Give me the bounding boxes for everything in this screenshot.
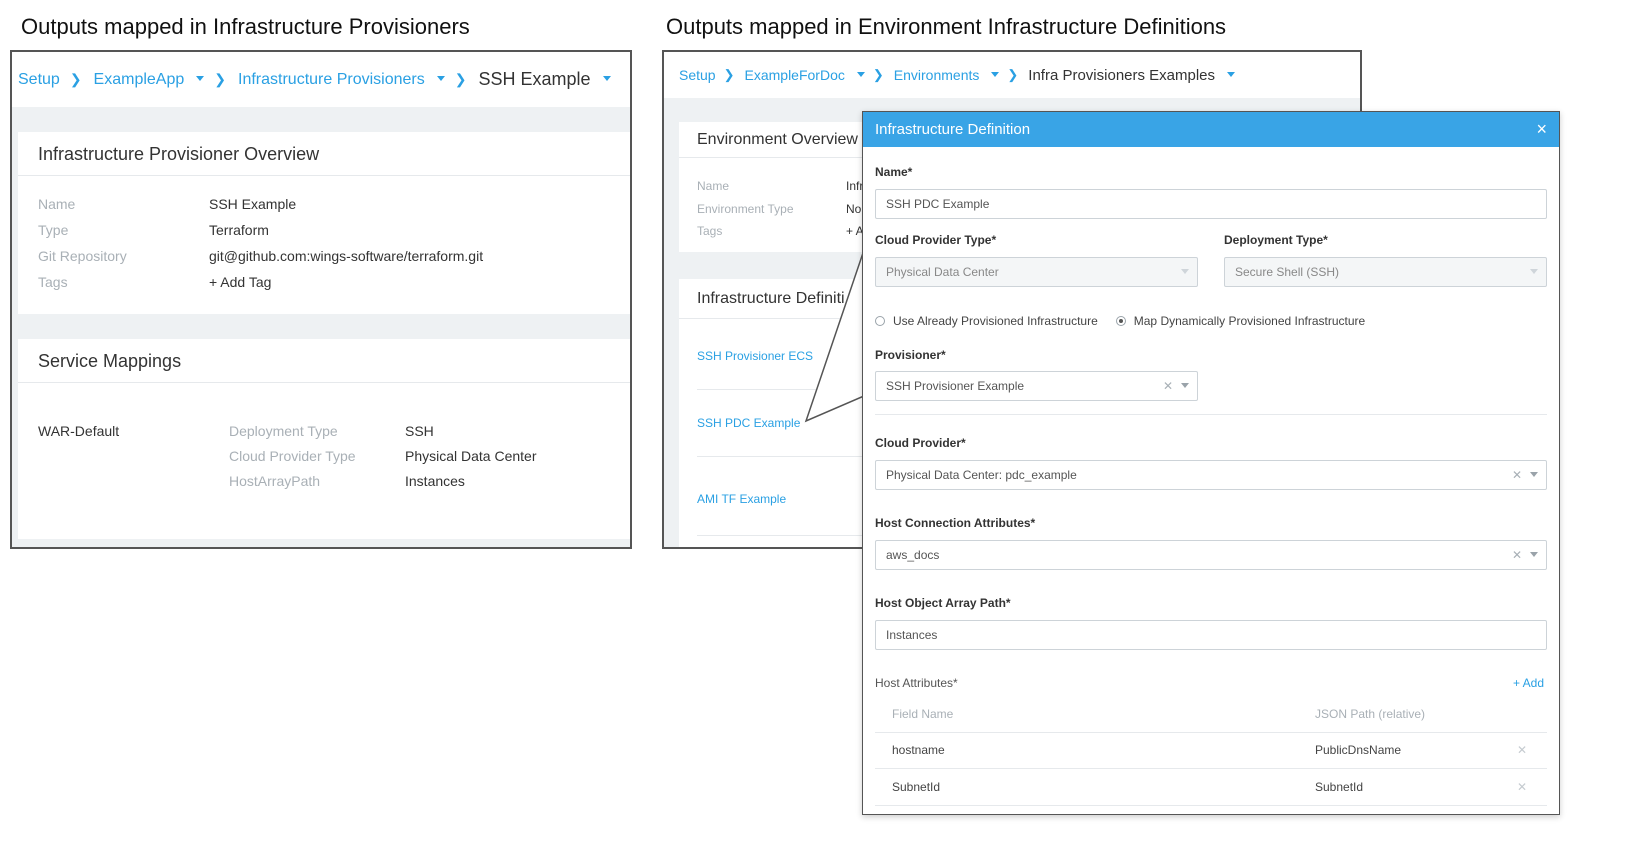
table-row-path[interactable]: SubnetId <box>1315 780 1363 794</box>
divider <box>875 805 1547 806</box>
provisioner-select[interactable]: SSH Provisioner Example ✕ <box>875 371 1198 401</box>
cloud-provider-type-select[interactable]: Physical Data Center <box>875 257 1198 287</box>
caret-down-icon[interactable] <box>1530 552 1538 557</box>
column-header-field: Field Name <box>892 707 954 721</box>
dialog-title: Infrastructure Definition <box>875 121 1031 138</box>
table-row-field[interactable]: SubnetId <box>892 780 940 794</box>
table-row-path[interactable]: PublicDnsName <box>1315 743 1401 757</box>
clear-icon[interactable]: ✕ <box>1163 379 1173 393</box>
radio-map-dynamic-label[interactable]: Map Dynamically Provisioned Infrastructu… <box>1134 314 1365 328</box>
name-field[interactable]: SSH PDC Example <box>875 189 1547 219</box>
caret-down-icon <box>1181 269 1189 274</box>
close-icon[interactable]: × <box>1536 112 1547 147</box>
host-connection-label: Host Connection Attributes* <box>875 516 1036 530</box>
infrastructure-definition-dialog: Infrastructure Definition × Name* SSH PD… <box>862 111 1560 815</box>
clear-icon[interactable]: ✕ <box>1512 468 1522 482</box>
host-array-path-label: Host Object Array Path* <box>875 596 1011 610</box>
divider <box>875 732 1547 733</box>
provisioner-label: Provisioner* <box>875 348 946 362</box>
dialog-header: Infrastructure Definition × <box>863 112 1559 147</box>
caret-down-icon[interactable] <box>1530 472 1538 477</box>
name-label: Name* <box>875 165 913 179</box>
cloud-provider-select[interactable]: Physical Data Center: pdc_example ✕ <box>875 460 1547 490</box>
radio-icon[interactable] <box>1115 316 1126 326</box>
caret-down-icon[interactable] <box>1181 383 1189 388</box>
host-array-path-field[interactable]: Instances <box>875 620 1547 650</box>
clear-icon[interactable]: ✕ <box>1517 780 1527 794</box>
table-row-field[interactable]: hostname <box>892 743 945 757</box>
deployment-type-label: Deployment Type* <box>1224 233 1328 247</box>
cloud-provider-label: Cloud Provider* <box>875 436 966 450</box>
clear-icon[interactable]: ✕ <box>1517 743 1527 757</box>
add-attribute-button[interactable]: + Add <box>1513 676 1544 690</box>
provisioning-mode-radios: Use Already Provisioned Infrastructure M… <box>875 314 1365 328</box>
radio-use-provisioned-label[interactable]: Use Already Provisioned Infrastructure <box>893 314 1098 328</box>
caret-down-icon <box>1530 269 1538 274</box>
divider <box>875 768 1547 769</box>
host-connection-select[interactable]: aws_docs ✕ <box>875 540 1547 570</box>
deployment-type-select[interactable]: Secure Shell (SSH) <box>1224 257 1547 287</box>
divider <box>875 414 1547 415</box>
radio-icon[interactable] <box>875 316 885 326</box>
host-attributes-label: Host Attributes* <box>875 676 958 690</box>
callout-arrow <box>804 249 865 423</box>
column-header-json-path: JSON Path (relative) <box>1315 707 1426 721</box>
clear-icon[interactable]: ✕ <box>1512 548 1522 562</box>
cloud-provider-type-label: Cloud Provider Type* <box>875 233 997 247</box>
